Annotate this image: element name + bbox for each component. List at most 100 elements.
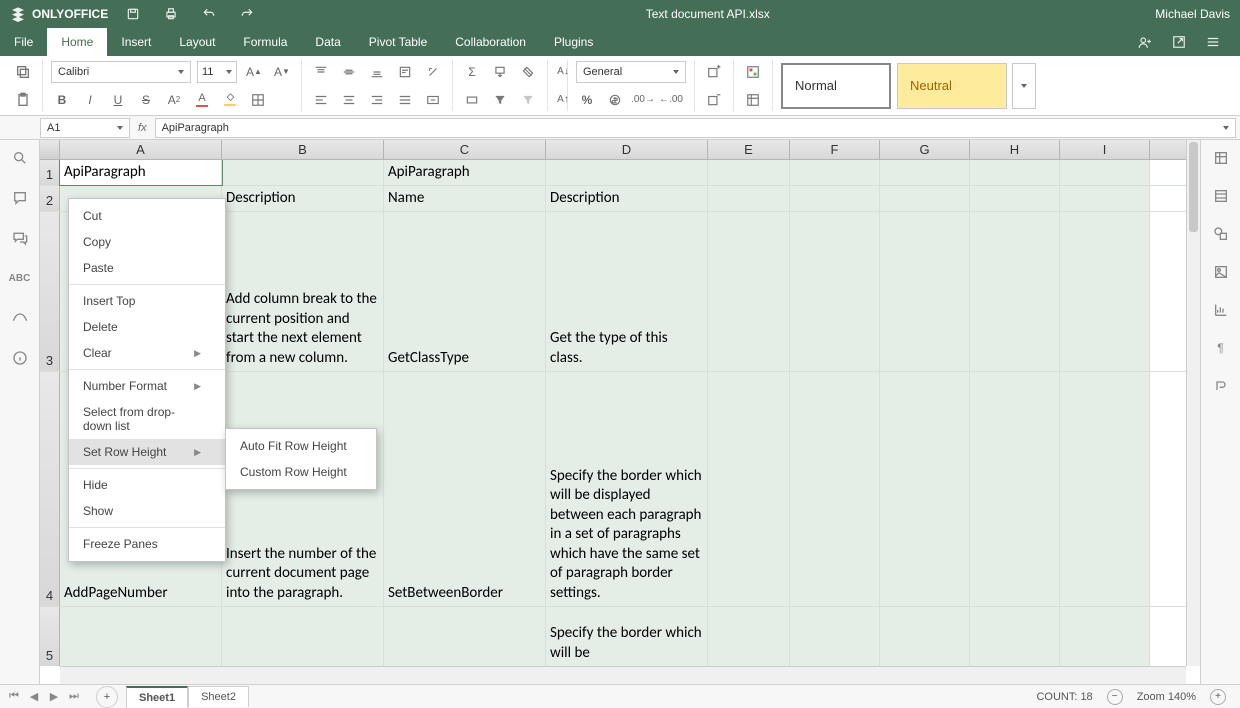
spellcheck-icon[interactable]: ABC — [8, 266, 32, 290]
row-header[interactable]: 3 — [40, 212, 60, 371]
table-template-icon[interactable] — [742, 89, 764, 111]
menu-item[interactable]: Number Format▶ — [69, 373, 225, 399]
cell-style-neutral[interactable]: Neutral — [897, 63, 1007, 109]
cell[interactable] — [1060, 607, 1150, 666]
cond-format-icon[interactable] — [742, 61, 764, 83]
cell[interactable] — [970, 186, 1060, 211]
menu-item[interactable]: Cut — [69, 203, 225, 229]
delete-cells-icon[interactable] — [703, 89, 725, 111]
cell[interactable] — [1060, 212, 1150, 371]
hamburger-icon[interactable] — [1200, 33, 1226, 51]
col-header-G[interactable]: G — [880, 140, 970, 159]
share-icon[interactable] — [1132, 33, 1158, 51]
cell[interactable] — [790, 186, 880, 211]
bold-button[interactable]: B — [51, 89, 73, 111]
sum-icon[interactable]: Σ — [461, 61, 483, 83]
clear-filter-icon[interactable] — [517, 89, 539, 111]
row-header[interactable]: 2 — [40, 186, 60, 211]
cell[interactable] — [1060, 186, 1150, 211]
filter-icon[interactable] — [489, 89, 511, 111]
menu-item[interactable]: Set Row Height▶ — [69, 439, 225, 465]
tab-data[interactable]: Data — [301, 28, 354, 56]
font-color-button[interactable]: A — [191, 89, 213, 111]
menu-item[interactable]: Delete — [69, 314, 225, 340]
decrease-font-icon[interactable]: A▼ — [271, 61, 293, 83]
cell[interactable] — [970, 212, 1060, 371]
vertical-scrollbar[interactable] — [1186, 140, 1200, 666]
increase-font-icon[interactable]: A▲ — [243, 61, 265, 83]
italic-button[interactable]: I — [79, 89, 101, 111]
chat-icon[interactable] — [8, 226, 32, 250]
cell[interactable] — [970, 160, 1060, 185]
tab-layout[interactable]: Layout — [165, 28, 229, 56]
name-box[interactable]: A1 — [40, 118, 130, 138]
percent-icon[interactable]: % — [576, 89, 598, 111]
number-format-select[interactable]: General — [576, 61, 686, 83]
print-icon[interactable] — [158, 5, 184, 23]
wrap-text-icon[interactable] — [394, 61, 416, 83]
select-all-corner[interactable] — [40, 140, 60, 159]
tab-insert[interactable]: Insert — [107, 28, 165, 56]
align-top-icon[interactable] — [310, 61, 332, 83]
image-settings-icon[interactable] — [1209, 260, 1233, 284]
cell-style-normal[interactable]: Normal — [781, 63, 891, 109]
cell[interactable] — [790, 372, 880, 606]
sheet-tab-2[interactable]: Sheet2 — [188, 686, 249, 707]
named-range-icon[interactable] — [461, 89, 483, 111]
info-icon[interactable] — [8, 346, 32, 370]
cell[interactable] — [222, 160, 384, 185]
cell[interactable]: Name — [384, 186, 546, 211]
insert-cells-icon[interactable] — [703, 61, 725, 83]
cell-style-dropdown[interactable] — [1012, 63, 1036, 109]
cell[interactable] — [708, 607, 790, 666]
borders-button[interactable] — [247, 89, 269, 111]
chart-settings-icon[interactable] — [1209, 298, 1233, 322]
align-center-icon[interactable] — [338, 89, 360, 111]
horizontal-scrollbar[interactable] — [60, 666, 1186, 684]
cell[interactable]: Description — [222, 186, 384, 211]
tab-collab[interactable]: Collaboration — [441, 28, 540, 56]
justify-icon[interactable] — [394, 89, 416, 111]
cell[interactable] — [880, 186, 970, 211]
col-header-H[interactable]: H — [970, 140, 1060, 159]
tab-file[interactable]: File — [0, 28, 47, 56]
fill-down-icon[interactable] — [489, 61, 511, 83]
cell[interactable] — [970, 607, 1060, 666]
menu-item[interactable]: Freeze Panes — [69, 531, 225, 557]
cell[interactable] — [546, 160, 708, 185]
cell[interactable]: Add column break to the current position… — [222, 212, 384, 371]
merge-cells-icon[interactable] — [422, 89, 444, 111]
menu-item[interactable]: Show — [69, 498, 225, 524]
comments-icon[interactable] — [8, 186, 32, 210]
sheet-first-icon[interactable]: ⏮ — [6, 689, 22, 705]
align-right-icon[interactable] — [366, 89, 388, 111]
cell[interactable] — [790, 607, 880, 666]
sheet-next-icon[interactable]: ▶ — [46, 689, 62, 705]
orientation-icon[interactable] — [422, 61, 444, 83]
cell-settings-icon[interactable] — [1209, 146, 1233, 170]
cell[interactable] — [222, 607, 384, 666]
column-headers[interactable]: ABCDEFGHI — [40, 140, 1200, 160]
menu-item[interactable]: Copy — [69, 229, 225, 255]
shape-settings-icon[interactable] — [1209, 222, 1233, 246]
cell[interactable]: SetBetweenBorder — [384, 372, 546, 606]
cell[interactable] — [60, 607, 222, 666]
menu-item[interactable]: Hide — [69, 472, 225, 498]
cell[interactable] — [708, 186, 790, 211]
cell[interactable]: Description — [546, 186, 708, 211]
cell[interactable] — [1060, 372, 1150, 606]
cell[interactable] — [1060, 160, 1150, 185]
cell[interactable] — [708, 160, 790, 185]
row-header[interactable]: 1 — [40, 160, 60, 185]
sheet-prev-icon[interactable]: ◀ — [26, 689, 42, 705]
set-row-height-submenu[interactable]: Auto Fit Row HeightCustom Row Height — [225, 428, 377, 490]
font-select[interactable]: Calibri — [51, 61, 191, 83]
col-header-F[interactable]: F — [790, 140, 880, 159]
cell[interactable]: Specify the border which will be display… — [546, 372, 708, 606]
cell[interactable] — [880, 372, 970, 606]
cell[interactable] — [708, 212, 790, 371]
align-left-icon[interactable] — [310, 89, 332, 111]
cell[interactable] — [384, 607, 546, 666]
cell[interactable] — [880, 160, 970, 185]
zoom-in-button[interactable]: + — [1210, 689, 1226, 705]
